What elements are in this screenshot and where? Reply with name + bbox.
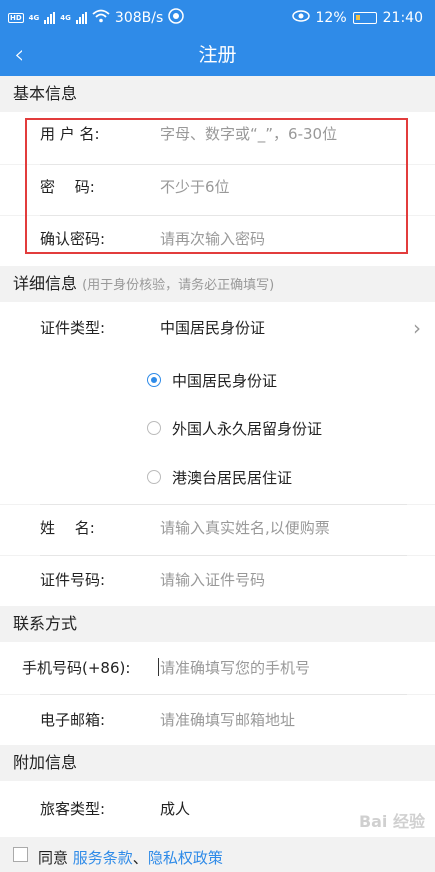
agree-label: 同意 — [38, 849, 73, 867]
id-type-options: 中国居民身份证 外国人永久居留身份证 港澳台居民居住证 — [0, 354, 435, 504]
text-cursor — [158, 658, 159, 676]
confirm-password-label: 确认密码: — [40, 230, 106, 248]
signal-4g-label-2: 4G — [60, 14, 71, 22]
radio-option-hmt-resident[interactable] — [147, 470, 161, 484]
radio-option-mainland-id[interactable] — [147, 373, 161, 387]
id-number-input[interactable]: 请输入证件号码 — [160, 556, 265, 604]
link-separator: 、 — [132, 849, 148, 867]
signal-bars-icon-2 — [75, 12, 87, 24]
username-label: 用 户 名: — [40, 125, 100, 143]
page-title: 注册 — [198, 44, 237, 66]
password-row[interactable]: 密 码: 不少于6位 — [0, 165, 435, 215]
passenger-type-label: 旅客类型: — [40, 800, 106, 818]
nav-bar: ‹ 注册 — [0, 36, 435, 76]
section-hint: (用于身份核验，请务必正确填写) — [82, 278, 275, 293]
section-extra-info: 附加信息 — [0, 745, 435, 781]
phone-input[interactable]: 请准确填写您的手机号 — [158, 642, 310, 694]
agree-checkbox[interactable] — [13, 847, 28, 862]
id-type-row[interactable]: 证件类型: 中国居民身份证 › — [0, 302, 435, 354]
password-label: 密 码: — [40, 178, 95, 196]
chevron-right-icon: › — [413, 316, 421, 340]
name-label: 姓 名: — [40, 519, 95, 537]
email-label: 电子邮箱: — [40, 711, 106, 729]
signal-bars-icon — [44, 12, 56, 24]
password-input[interactable]: 不少于6位 — [160, 165, 230, 209]
clock: 21:40 — [382, 10, 423, 26]
app-notification-icon — [168, 8, 185, 28]
section-title: 附加信息 — [13, 753, 78, 772]
hd-badge: HD — [8, 13, 24, 23]
id-number-label: 证件号码: — [40, 571, 106, 589]
name-input[interactable]: 请输入真实姓名,以便购票 — [160, 505, 330, 551]
section-contact: 联系方式 — [0, 606, 435, 642]
battery-icon — [352, 12, 377, 24]
status-bar: HD 4G 4G 308B/s 12% 21:40 — [0, 0, 435, 36]
net-speed: 308B/s — [114, 10, 164, 26]
section-detail-info: 详细信息 (用于身份核验，请务必正确填写) — [0, 266, 435, 302]
terms-link[interactable]: 服务条款 — [73, 849, 133, 867]
id-type-label: 证件类型: — [40, 319, 106, 337]
confirm-password-input[interactable]: 请再次输入密码 — [160, 216, 265, 262]
signal-4g-label: 4G — [28, 14, 40, 22]
section-title: 基本信息 — [13, 84, 78, 103]
confirm-password-row[interactable]: 确认密码: 请再次输入密码 — [0, 216, 435, 266]
id-number-row[interactable]: 证件号码: 请输入证件号码 — [0, 556, 435, 606]
section-title: 详细信息 — [13, 274, 78, 293]
section-title: 联系方式 — [13, 614, 78, 633]
watermark-logo: Bai 经验 — [358, 812, 425, 831]
username-input[interactable]: 字母、数字或“_”，6-30位 — [160, 112, 337, 157]
radio-option-foreigner-id[interactable] — [147, 421, 161, 435]
option-label[interactable]: 中国居民身份证 — [172, 370, 277, 391]
eye-icon — [291, 10, 310, 26]
section-basic-info: 基本信息 — [0, 76, 435, 112]
username-row[interactable]: 用 户 名: 字母、数字或“_”，6-30位 — [0, 112, 435, 164]
wifi-icon — [92, 9, 110, 27]
privacy-policy-link[interactable]: 隐私权政策 — [148, 849, 223, 867]
agree-text: 同意 服务条款、隐私权政策 — [38, 847, 223, 868]
battery-percent: 12% — [315, 10, 347, 26]
name-row[interactable]: 姓 名: 请输入真实姓名,以便购票 — [0, 505, 435, 555]
option-label[interactable]: 外国人永久居留身份证 — [172, 418, 322, 439]
email-input[interactable]: 请准确填写邮箱地址 — [160, 695, 295, 745]
email-row[interactable]: 电子邮箱: 请准确填写邮箱地址 — [0, 695, 435, 745]
phone-label: 手机号码(+86): — [22, 659, 131, 677]
phone-row[interactable]: 手机号码(+86): 请准确填写您的手机号 — [0, 642, 435, 694]
passenger-type-value: 成人 — [160, 800, 191, 818]
id-type-value: 中国居民身份证 — [160, 319, 266, 337]
option-label[interactable]: 港澳台居民居住证 — [172, 467, 292, 488]
agreement-bar: 同意 服务条款、隐私权政策 — [0, 840, 435, 872]
phone-placeholder: 请准确填写您的手机号 — [160, 659, 311, 677]
